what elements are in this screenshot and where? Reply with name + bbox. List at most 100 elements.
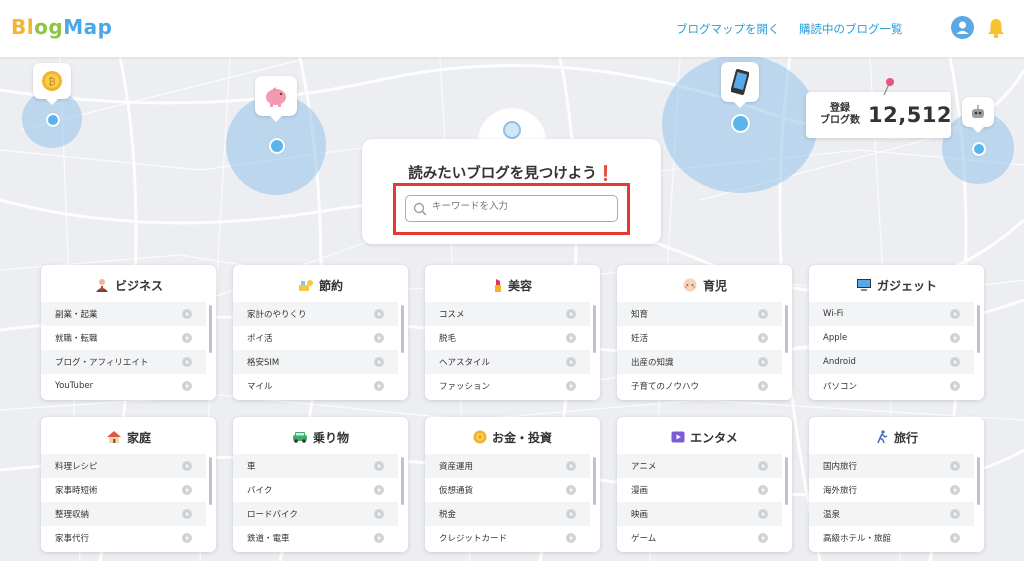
arrow-right-icon (758, 357, 768, 367)
arrow-right-icon (950, 461, 960, 471)
coin-icon: ₿ (42, 71, 62, 91)
list-item[interactable]: 副業・起業 (41, 302, 206, 326)
category-header[interactable]: 育児 (617, 275, 792, 295)
computer-icon (856, 278, 872, 292)
map-marker[interactable] (972, 142, 986, 156)
list-item[interactable]: 出産の知識 (617, 350, 782, 374)
category-title: 節約 (318, 278, 343, 293)
list-item[interactable]: ゲーム (617, 526, 782, 550)
logo[interactable]: BlogMap (11, 15, 112, 39)
map-marker[interactable] (731, 114, 750, 133)
map-pin[interactable]: ₿ (33, 63, 71, 105)
list-item[interactable]: Android (809, 350, 974, 374)
arrow-right-icon (182, 509, 192, 519)
list-item[interactable]: 国内旅行 (809, 454, 974, 478)
list-item[interactable]: 仮想通貨 (425, 478, 590, 502)
map-pin[interactable] (962, 97, 994, 133)
list-item[interactable]: ロードバイク (233, 502, 398, 526)
logo-letter: B (11, 15, 27, 39)
bell-icon[interactable] (986, 17, 1006, 39)
category-header[interactable]: 乗り物 (233, 427, 408, 447)
arrow-right-icon (566, 509, 576, 519)
category-header[interactable]: ビジネス (41, 275, 216, 295)
search-title: 読みたいブログを見つけよう❗ (362, 162, 661, 183)
scrollbar[interactable] (977, 305, 980, 353)
list-item[interactable]: 車 (233, 454, 398, 478)
list-item[interactable]: 温泉 (809, 502, 974, 526)
list-item[interactable]: ブログ・アフィリエイト (41, 350, 206, 374)
category-header[interactable]: エンタメ (617, 427, 792, 447)
category-header[interactable]: 美容 (425, 275, 600, 295)
list-item[interactable]: 高級ホテル・旅館 (809, 526, 974, 550)
list-item[interactable]: 格安SIM (233, 350, 398, 374)
list-item[interactable]: ヘアスタイル (425, 350, 590, 374)
list-item[interactable]: コスメ (425, 302, 590, 326)
list-item[interactable]: 整理収納 (41, 502, 206, 526)
scrollbar[interactable] (209, 305, 212, 353)
list-item[interactable]: 就職・転職 (41, 326, 206, 350)
map-marker[interactable] (46, 113, 60, 127)
logo-letter: M (63, 15, 84, 39)
list-item[interactable]: マイル (233, 374, 398, 398)
list-item[interactable]: ポイ活 (233, 326, 398, 350)
list-item[interactable]: 海外旅行 (809, 478, 974, 502)
svg-text:₿: ₿ (48, 76, 55, 88)
arrow-right-icon (758, 381, 768, 391)
list-item[interactable]: 子育てのノウハウ (617, 374, 782, 398)
robot-icon (972, 105, 984, 118)
scrollbar[interactable] (593, 457, 596, 505)
list-item[interactable]: クレジットカード (425, 526, 590, 550)
category-list: 国内旅行 海外旅行 温泉 高級ホテル・旅館 (809, 454, 974, 550)
list-item[interactable]: 資産運用 (425, 454, 590, 478)
category-header[interactable]: 旅行 (809, 427, 984, 447)
scrollbar[interactable] (401, 457, 404, 505)
count-label-line2: ブログ数 (820, 115, 860, 126)
list-item[interactable]: アニメ (617, 454, 782, 478)
category-title: 美容 (507, 278, 532, 293)
category-header[interactable]: ガジェット (809, 275, 984, 295)
list-item[interactable]: 知育 (617, 302, 782, 326)
list-item[interactable]: パソコン (809, 374, 974, 398)
scrollbar[interactable] (785, 457, 788, 505)
scrollbar[interactable] (977, 457, 980, 505)
list-item[interactable]: Wi-Fi (809, 302, 974, 326)
category-header[interactable]: 家庭 (41, 427, 216, 447)
list-item[interactable]: YouTuber (41, 374, 206, 398)
scrollbar[interactable] (401, 305, 404, 353)
scrollbar[interactable] (785, 305, 788, 353)
map-pin[interactable] (721, 62, 759, 108)
list-item[interactable]: 家事時短術 (41, 478, 206, 502)
category-list: 家計のやりくり ポイ活 格安SIM マイル (233, 302, 398, 398)
search-title-text: 読みたいブログを見つけよう (408, 166, 597, 182)
arrow-right-icon (950, 357, 960, 367)
list-item[interactable]: ファッション (425, 374, 590, 398)
category-header[interactable]: お金・投資 (425, 427, 600, 447)
list-item[interactable]: 映画 (617, 502, 782, 526)
map-pin[interactable] (255, 76, 297, 122)
scrollbar[interactable] (209, 457, 212, 505)
list-item[interactable]: 税金 (425, 502, 590, 526)
category-card-gadget: ガジェット Wi-Fi Apple Android パソコン (809, 265, 984, 400)
lipstick-icon (493, 278, 503, 292)
category-header[interactable]: 節約 (233, 275, 408, 295)
scrollbar[interactable] (593, 305, 596, 353)
list-item[interactable]: 鉄道・電車 (233, 526, 398, 550)
list-item[interactable]: Apple (809, 326, 974, 350)
list-item[interactable]: 妊活 (617, 326, 782, 350)
subscribed-blogs-link[interactable]: 購読中のブログ一覧 (799, 21, 903, 37)
list-item[interactable]: 料理レシピ (41, 454, 206, 478)
arrow-right-icon (758, 509, 768, 519)
list-item[interactable]: 脱毛 (425, 326, 590, 350)
open-blog-map-link[interactable]: ブログマップを開く (676, 21, 780, 37)
list-item[interactable]: 家事代行 (41, 526, 206, 550)
list-item[interactable]: 家計のやりくり (233, 302, 398, 326)
map-marker[interactable] (269, 138, 285, 154)
list-item[interactable]: 漫画 (617, 478, 782, 502)
user-avatar[interactable] (951, 16, 974, 39)
coin-icon (473, 430, 487, 444)
logo-letter: l (26, 15, 35, 39)
category-list: 副業・起業 就職・転職 ブログ・アフィリエイト YouTuber (41, 302, 206, 398)
arrow-right-icon (182, 357, 192, 367)
list-item[interactable]: バイク (233, 478, 398, 502)
category-title: 育児 (702, 278, 727, 293)
